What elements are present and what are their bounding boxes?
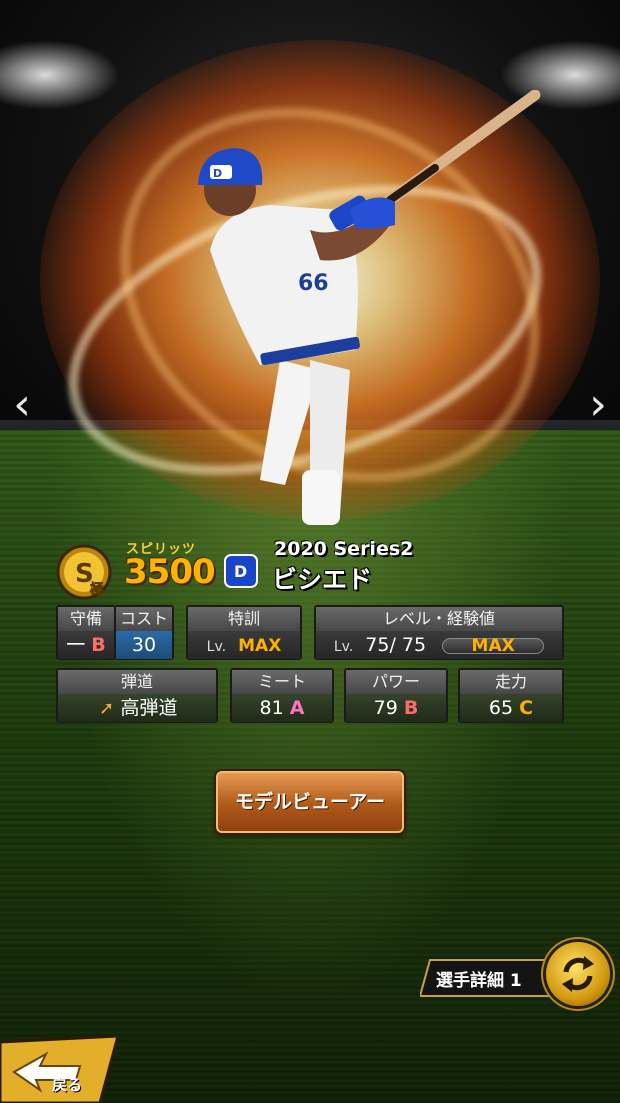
speed-label: 走力 [460,670,562,694]
trajectory-text: 高弾道 [120,697,178,719]
svg-text:極: 極 [90,581,104,598]
speed-panel: 走力 65 C [458,668,564,723]
team-logo-icon: D [224,554,258,588]
cost-label: コスト [116,607,172,631]
spirits-value: 3500 [124,552,216,592]
player-detail-label[interactable]: 選手詳細 1 [436,966,522,991]
cost-value: 30 [116,631,172,659]
trajectory-arrow-icon: ➚ [98,698,115,719]
trajectory-label: 弾道 [58,670,216,694]
training-lv-prefix: Lv. [206,639,227,655]
svg-text:66: 66 [298,271,329,296]
exp-max: MAX [471,635,515,656]
exp-bar: MAX [442,635,545,656]
player-illustration: 66 D [198,90,541,525]
trajectory-panel: 弾道 ➚ 高弾道 [56,668,218,723]
prev-player-arrow[interactable]: ‹ [4,380,40,430]
power-panel: パワー 79 B [344,668,448,723]
level-panel: レベル・経験値 Lv. 75/ 75 MAX [314,605,564,660]
level-lv-prefix: Lv. [333,639,354,655]
model-viewer-button[interactable]: モデルビューアー [216,771,404,833]
trajectory-value: ➚ 高弾道 [58,694,216,722]
meet-value: 81 A [232,694,332,722]
training-panel: 特訓 Lv. MAX [186,605,302,660]
switch-refresh-icon[interactable] [546,942,610,1006]
back-label[interactable]: 戻る [52,1074,82,1095]
speed-value: 65 C [460,694,562,722]
svg-text:D: D [234,562,247,581]
defense-position: 一 [66,634,86,656]
power-number: 79 [373,697,398,719]
defense-label: 守備 [58,607,114,631]
speed-number: 65 [488,697,514,719]
next-player-arrow[interactable]: › [580,380,616,430]
cost-panel: コスト 30 [114,605,174,660]
player-name: ビシエド [272,565,373,594]
meet-number: 81 [259,697,284,719]
defense-grade: B [91,634,106,656]
power-label: パワー [346,670,446,694]
power-grade: B [403,697,419,719]
training-value: Lv. MAX [188,631,300,659]
svg-text:D: D [213,167,222,180]
level-number: 75/ 75 [365,634,427,656]
level-value: Lv. 75/ 75 MAX [316,631,562,659]
training-max: MAX [238,636,282,656]
power-value: 79 B [346,694,446,722]
meet-panel: ミート 81 A [230,668,334,723]
training-label: 特訓 [188,607,300,631]
meet-grade: A [289,697,305,719]
series-label: 2020 Series2 [274,538,414,560]
defense-panel: 守備 一 B [56,605,116,660]
speed-grade: C [519,697,534,719]
meet-label: ミート [232,670,332,694]
level-label: レベル・経験値 [316,607,562,631]
defense-value: 一 B [58,631,114,659]
rank-badge-icon: S 極 [56,544,112,600]
